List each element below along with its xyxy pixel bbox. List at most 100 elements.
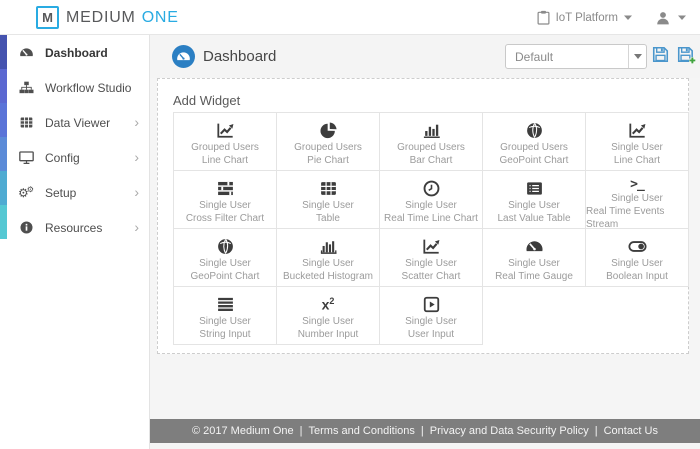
widget-card-boolean-input[interactable]: Single User Boolean Input [586,229,689,287]
sidebar-item-data-viewer[interactable]: Data Viewer › [0,105,150,140]
widget-type-label: Boolean Input [606,271,668,282]
play-square-icon [422,293,441,315]
sidebar-item-dashboard[interactable]: Dashboard [0,35,150,70]
widget-group-label: Single User [199,316,251,327]
sidebar-item-config[interactable]: Config › [0,140,150,175]
select-caret-icon[interactable] [628,45,646,68]
widget-card-pie-chart[interactable]: Grouped Users Pie Chart [277,113,380,171]
widget-type-label: User Input [407,329,455,340]
user-icon [656,11,670,25]
widget-type-label: GeoPoint Chart [190,271,260,282]
table-icon [19,115,34,130]
widget-type-label: Table [316,213,340,224]
sidebar-item-label: Dashboard [45,45,108,60]
sidebar-item-label: Workflow Studio [45,80,132,95]
chevron-right-icon: › [134,113,139,130]
justify-lines-icon [216,293,235,315]
footer-separator: | [594,425,598,437]
medium-one-logo-icon[interactable]: M [36,6,59,29]
accent-strip-segment [0,69,7,103]
sidebar-item-workflow-studio[interactable]: Workflow Studio [0,70,150,105]
widget-card-string-input[interactable]: Single User String Input [174,287,277,345]
save-as-new-dashboard-button[interactable] [676,45,697,66]
widget-card-line-chart[interactable]: Grouped Users Line Chart [174,113,277,171]
widget-type-label: Pie Chart [307,155,349,166]
footer-link-contact-us[interactable]: Contact Us [604,425,658,437]
save-dashboard-button[interactable] [651,45,670,64]
add-widget-title: Add Widget [173,93,241,108]
widget-group-label: Single User [302,316,354,327]
sidebar: Dashboard Workflow Studio Data Viewer › Conf… [0,35,150,449]
widget-group-label: Grouped Users [294,142,362,153]
widget-type-label: Scatter Chart [401,271,461,282]
widget-card-geopoint-chart[interactable]: Single User GeoPoint Chart [174,229,277,287]
desktop-icon [19,150,34,165]
widget-group-label: Single User [508,200,560,211]
brand-medium: MEDIUM [66,8,136,26]
sidebar-item-label: Resources [45,220,103,235]
widget-type-label: Last Value Table [497,213,571,224]
footer-link-terms-and-conditions[interactable]: Terms and Conditions [309,425,415,437]
logo-letter: M [42,10,53,25]
sidebar-accent-strip [0,35,7,239]
widget-card-real-time-events-stream[interactable]: >_ Single User Real Time Events Stream [586,171,689,230]
gears-icon: ⚙⚙ [18,185,34,200]
footer-link-privacy-and-data-security-policy[interactable]: Privacy and Data Security Policy [430,425,589,437]
widget-group-label: Single User [611,258,663,269]
project-menu[interactable]: IoT Platform [537,10,632,25]
bar-chart-icon [422,119,441,141]
widget-group-label: Single User [302,258,354,269]
sidebar-item-resources[interactable]: Resources › [0,210,150,245]
globe-icon [216,235,235,257]
widget-type-label: Line Chart [201,155,249,166]
widget-group-label: Grouped Users [500,142,568,153]
dashboard-drop-area: Add Widget Grouped Users Line Chart Groupe… [157,78,689,354]
table-icon [319,177,338,199]
widget-card-geopoint-chart[interactable]: Grouped Users GeoPoint Chart [483,113,586,171]
sidebar-item-setup[interactable]: ⚙⚙ Setup › [0,175,150,210]
footer-separator: | [420,425,424,437]
topbar-right-menus: IoT Platform [537,0,686,35]
widget-card-scatter-chart[interactable]: Single User Scatter Chart [380,229,483,287]
clock-icon [422,177,441,199]
widget-type-label: GeoPoint Chart [499,155,569,166]
cross-filter-icon [216,177,235,199]
brand-one: ONE [141,8,179,26]
widget-card-table[interactable]: Single User Table [277,171,380,229]
chevron-right-icon: › [134,183,139,200]
dashboard-select-value: Default [515,49,554,64]
dashboard-select[interactable]: Default [505,44,647,69]
widget-card-last-value-table[interactable]: Single User Last Value Table [483,171,586,229]
list-alt-icon [525,177,544,199]
sidebar-item-label: Setup [45,185,77,200]
widget-card-bar-chart[interactable]: Grouped Users Bar Chart [380,113,483,171]
widget-palette: Grouped Users Line Chart Grouped Users Pie … [173,112,689,345]
globe-icon [525,119,544,141]
widget-group-label: Single User [611,193,663,204]
app-root: M MEDIUM ONE IoT Platform Dashboard Work… [0,0,700,449]
widget-card-real-time-line-chart[interactable]: Single User Real Time Line Chart [380,171,483,229]
sidebar-item-label: Config [45,150,80,165]
widget-type-label: String Input [199,329,251,340]
widget-card-bucketed-histogram[interactable]: Single User Bucketed Histogram [277,229,380,287]
sitemap-icon [19,80,34,95]
widget-type-label: Line Chart [613,155,661,166]
accent-strip-segment [0,171,7,205]
widget-group-label: Grouped Users [191,142,259,153]
widget-card-real-time-gauge[interactable]: Single User Real Time Gauge [483,229,586,287]
widget-type-label: Real Time Line Chart [384,213,478,224]
widget-type-label: Number Input [297,329,359,340]
widget-group-label: Single User [405,316,457,327]
dashboard-gauge-icon [172,45,195,68]
widget-group-label: Grouped Users [397,142,465,153]
user-menu[interactable] [656,11,686,25]
widget-card-cross-filter-chart[interactable]: Single User Cross Filter Chart [174,171,277,229]
widget-card-user-input[interactable]: Single User User Input [380,287,483,345]
widget-group-label: Single User [199,200,251,211]
widget-type-label: Real Time Gauge [495,271,573,282]
widget-card-line-chart[interactable]: Single User Line Chart [586,113,689,171]
widget-card-number-input[interactable]: x2 Single User Number Input [277,287,380,345]
x-squared-icon: x2 [321,295,335,313]
terminal-icon: >_ [630,177,645,192]
main-header: Dashboard Default [150,35,700,78]
